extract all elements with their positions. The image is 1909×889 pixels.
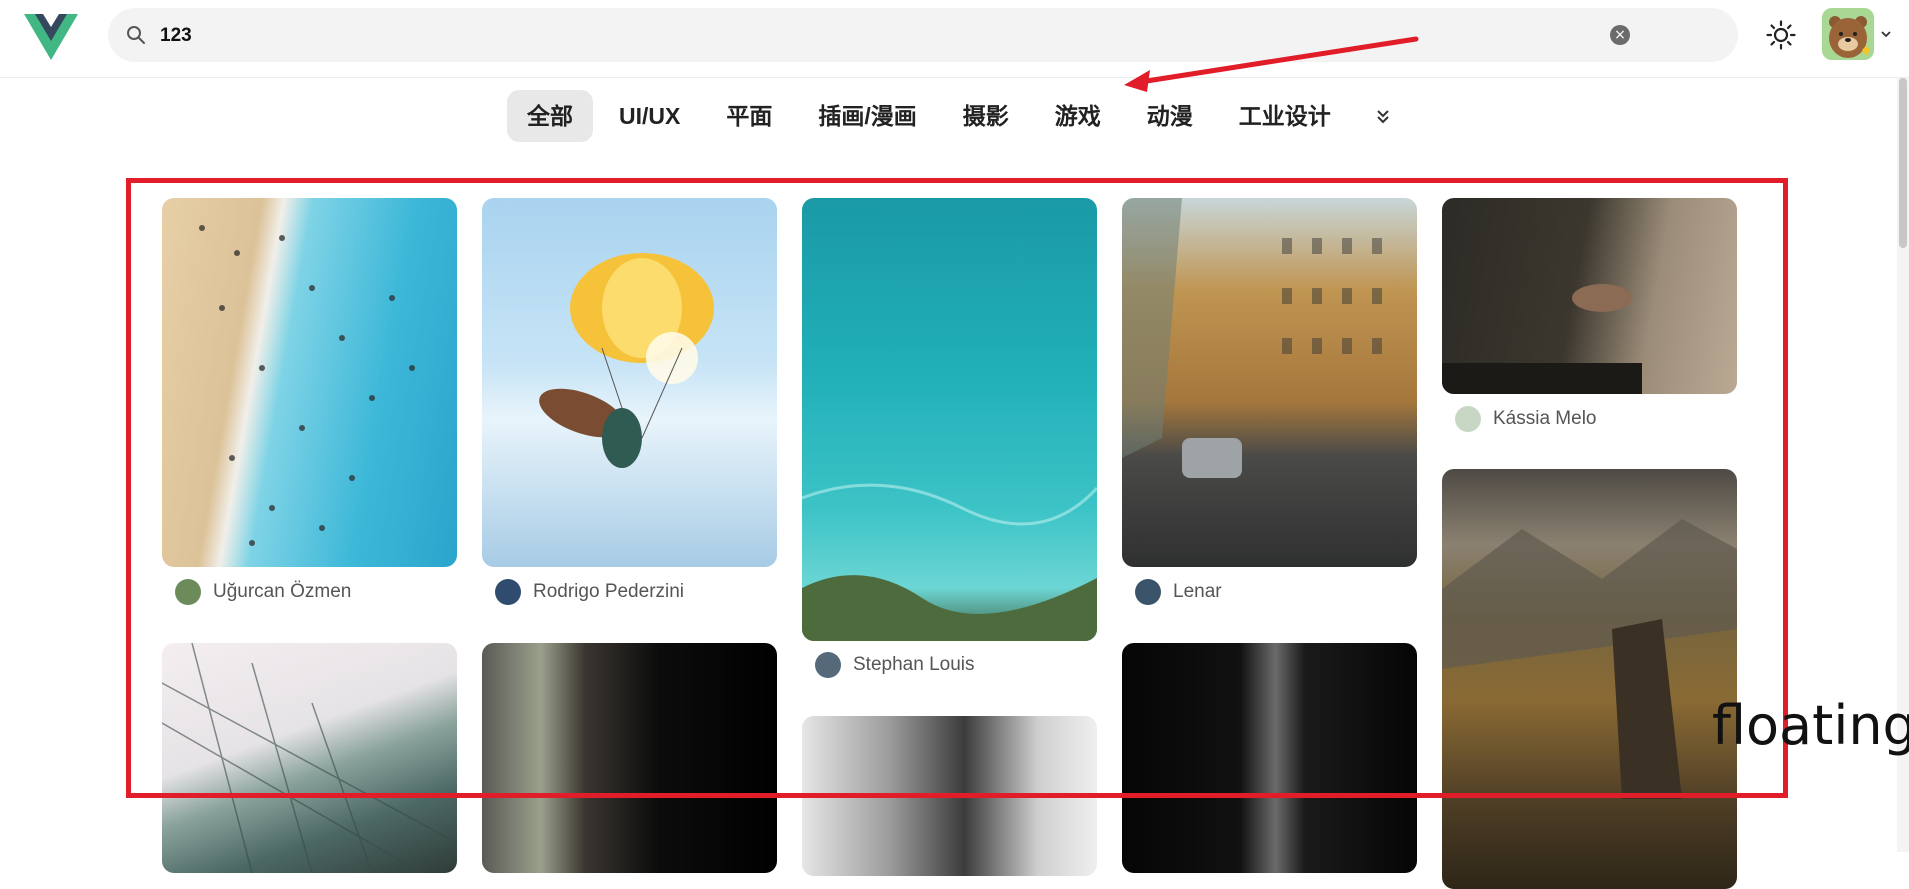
photo-author[interactable]: Stephan Louis: [815, 651, 975, 679]
photo-author[interactable]: Uğurcan Özmen: [175, 578, 351, 606]
category-tabs: 全部 UI/UX 平面 插画/漫画 摄影 游戏 动漫 工业设计: [507, 90, 1395, 142]
scrollbar-thumb[interactable]: [1899, 78, 1907, 248]
search-bar[interactable]: ×: [108, 8, 1738, 62]
parachute-image: [539, 253, 714, 468]
bear-avatar-icon: [1822, 8, 1874, 60]
category-tab-anime[interactable]: 动漫: [1127, 90, 1213, 142]
photo-author[interactable]: Lenar: [1135, 578, 1222, 606]
author-avatar: [1135, 579, 1161, 605]
author-avatar: [1455, 406, 1481, 432]
author-name: Uğurcan Özmen: [213, 581, 352, 602]
search-input[interactable]: [158, 17, 1662, 55]
photo-card-sea[interactable]: [802, 198, 1097, 641]
clear-search-icon[interactable]: ×: [1610, 25, 1630, 45]
floating-label: floating: [1712, 694, 1909, 757]
category-tab-photography[interactable]: 摄影: [943, 90, 1029, 142]
category-tab-illustration[interactable]: 插画/漫画: [798, 90, 936, 142]
beach-image: [199, 225, 415, 546]
sea-image: [802, 483, 1097, 641]
user-avatar[interactable]: [1822, 8, 1874, 60]
photo-card-hands[interactable]: [1442, 198, 1737, 394]
chevron-down-icon[interactable]: [1880, 28, 1892, 40]
search-icon: [127, 26, 145, 44]
photo-card-guitar[interactable]: [802, 716, 1097, 876]
expand-categories-icon[interactable]: [1371, 104, 1395, 128]
author-name: Lenar: [1173, 581, 1222, 602]
category-tab-industrial-design[interactable]: 工业设计: [1219, 90, 1351, 142]
photo-author[interactable]: Rodrigo Pederzini: [495, 578, 684, 606]
category-tab-all[interactable]: 全部: [507, 90, 593, 142]
photo-card-mountain[interactable]: [1442, 469, 1737, 889]
category-tab-games[interactable]: 游戏: [1035, 90, 1121, 142]
theme-toggle-sun-icon[interactable]: [1766, 20, 1796, 50]
photo-card-street[interactable]: [1122, 198, 1417, 567]
photo-card-glass-building[interactable]: [162, 643, 457, 873]
author-avatar: [815, 652, 841, 678]
mountain-image: [1442, 519, 1737, 799]
photo-author[interactable]: Kássia Melo: [1455, 405, 1597, 433]
vue-logo-icon[interactable]: [24, 14, 78, 60]
category-tab-graphic[interactable]: 平面: [706, 90, 792, 142]
glass-building-image: [162, 643, 457, 873]
photo-card-dark-light[interactable]: [1122, 643, 1417, 873]
photo-card-parachute[interactable]: [482, 198, 777, 567]
hands-image: [1442, 284, 1642, 394]
photo-card-beach[interactable]: [162, 198, 457, 567]
street-image: [1122, 198, 1382, 478]
author-name: Kássia Melo: [1493, 408, 1597, 429]
top-header: ×: [0, 0, 1909, 78]
category-tab-ui-ux[interactable]: UI/UX: [599, 90, 700, 142]
author-avatar: [495, 579, 521, 605]
photo-card-window[interactable]: [482, 643, 777, 873]
author-avatar: [175, 579, 201, 605]
author-name: Stephan Louis: [853, 654, 975, 675]
author-name: Rodrigo Pederzini: [533, 581, 685, 602]
